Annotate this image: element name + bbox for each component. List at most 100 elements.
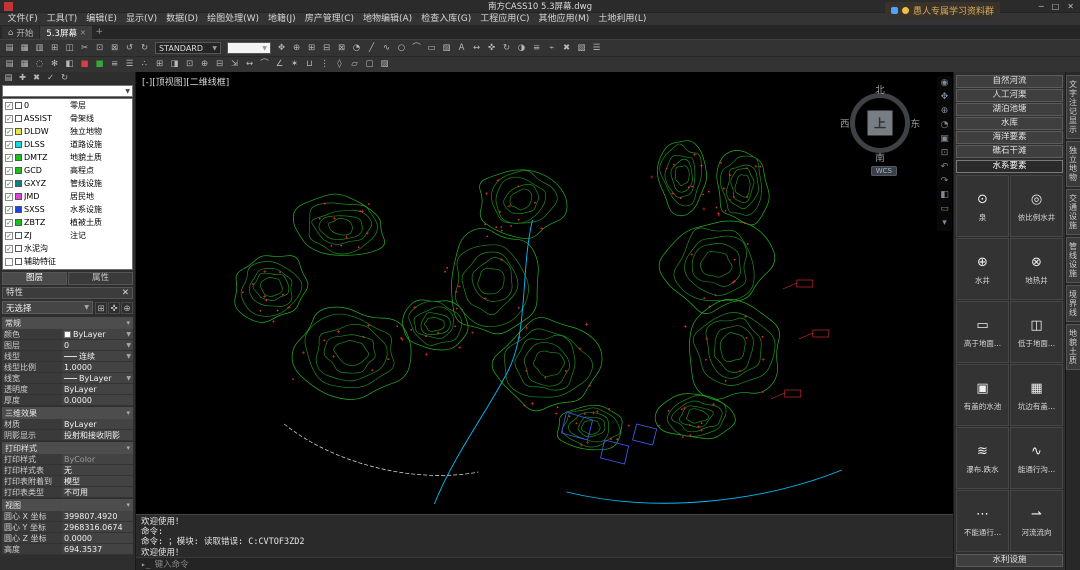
layer-visibility-checkbox[interactable]: ✓: [5, 232, 13, 240]
trim-icon[interactable]: ⌁: [544, 42, 559, 55]
arc-icon[interactable]: ⌒: [409, 42, 424, 55]
zoom-extents-icon[interactable]: ⊠: [334, 42, 349, 55]
palette-category-人工河渠[interactable]: 人工河渠: [956, 89, 1063, 102]
side-tab-境界线[interactable]: 境界线: [1066, 285, 1080, 322]
menu-item-绘图处理(W)[interactable]: 绘图处理(W): [203, 13, 264, 26]
menu-item-其他应用(M)[interactable]: 其他应用(M): [534, 13, 594, 26]
symbol-河流流向[interactable]: ⇀河流流向: [1010, 490, 1063, 552]
pan-tool-icon[interactable]: ✥: [939, 92, 951, 103]
property-value[interactable]: 2968316.0674: [62, 522, 133, 532]
more-nav-icon[interactable]: ▾: [939, 218, 951, 229]
copy-icon[interactable]: ⊡: [92, 42, 107, 55]
polyline-icon[interactable]: ∿: [379, 42, 394, 55]
symbol-不能通行...[interactable]: ⋯不能通行...: [956, 490, 1009, 552]
open-file-icon[interactable]: ▦: [17, 42, 32, 55]
symbol-有盖的水池[interactable]: ▣有盖的水池: [956, 364, 1009, 426]
layer-visibility-checkbox[interactable]: ✓: [5, 154, 13, 162]
linetype-control-icon[interactable]: ≡: [107, 58, 122, 71]
symbol-高于地面...[interactable]: ▭高于地面...: [956, 301, 1009, 363]
view-back-icon[interactable]: ↶: [939, 162, 951, 173]
text-icon[interactable]: A: [454, 42, 469, 55]
palette-category-海洋要素[interactable]: 海洋要素: [956, 131, 1063, 144]
menu-item-数据(D)[interactable]: 数据(D): [162, 13, 203, 26]
rectangle-icon[interactable]: ▭: [424, 42, 439, 55]
block-icon[interactable]: ◨: [167, 58, 182, 71]
side-tab-交通设施[interactable]: 交通设施: [1066, 189, 1080, 235]
stretch-icon[interactable]: ↔: [242, 58, 257, 71]
layer-row[interactable]: ✓DLDW独立地物: [3, 125, 132, 138]
layer-visibility-checkbox[interactable]: ✓: [5, 141, 13, 149]
props-section-header[interactable]: 视图▾: [2, 499, 133, 511]
layer-visibility-checkbox[interactable]: ✓: [5, 128, 13, 136]
zoom-window-icon[interactable]: ⊞: [304, 42, 319, 55]
rotate-icon[interactable]: ↻: [499, 42, 514, 55]
layer-color-swatch[interactable]: [15, 102, 22, 109]
zoom-previous-icon[interactable]: ⊟: [319, 42, 334, 55]
property-value[interactable]: 连续▼: [62, 351, 133, 361]
collapse-icon[interactable]: ▾: [126, 409, 130, 417]
selection-combo[interactable]: 无选择▼: [2, 301, 93, 314]
viewcube-top-face[interactable]: 上: [868, 111, 893, 136]
property-value[interactable]: 1.0000: [62, 362, 133, 372]
lock-ui-icon[interactable]: ◧: [939, 190, 951, 201]
property-value[interactable]: 0▼: [62, 340, 133, 350]
xref-icon[interactable]: ⊕: [197, 58, 212, 71]
side-tab-管线设施[interactable]: 管线设施: [1066, 237, 1080, 283]
mirror-icon[interactable]: ◑: [514, 42, 529, 55]
menu-item-房产管理(C)[interactable]: 房产管理(C): [300, 13, 358, 26]
delete-layer-icon[interactable]: ✖: [30, 73, 43, 84]
layer-off-icon[interactable]: ◌: [32, 58, 47, 71]
side-tab-文字注记显示[interactable]: 文字注记显示: [1066, 75, 1080, 139]
match-properties-icon[interactable]: ▧: [574, 42, 589, 55]
insert-block-icon[interactable]: ⊡: [182, 58, 197, 71]
property-value[interactable]: ByColor: [62, 454, 133, 464]
erase-icon[interactable]: ✖: [559, 42, 574, 55]
collapse-icon[interactable]: ▾: [126, 501, 130, 509]
tab-start[interactable]: ⌂ 开始: [2, 26, 39, 39]
view-compass[interactable]: 北 南 西 东 上: [841, 84, 919, 162]
wcs-menu[interactable]: WCS: [871, 166, 897, 176]
set-current-layer-icon[interactable]: ✓: [44, 73, 57, 84]
region-icon[interactable]: ▱: [347, 58, 362, 71]
refresh-layers-icon[interactable]: ↻: [58, 73, 71, 84]
layer-color-swatch[interactable]: [15, 128, 22, 135]
palette-category-自然河流[interactable]: 自然河流: [956, 75, 1063, 88]
property-value[interactable]: 无: [62, 465, 133, 475]
annotation-monitor-icon[interactable]: ▭: [939, 204, 951, 215]
offset-icon[interactable]: ≡: [529, 42, 544, 55]
line-icon[interactable]: ╱: [364, 42, 379, 55]
layer-visibility-checkbox[interactable]: ✓: [5, 219, 13, 227]
save-file-icon[interactable]: ▥: [32, 42, 47, 55]
property-value[interactable]: 0.0000: [62, 533, 133, 543]
layer-visibility-checkbox[interactable]: ✓: [5, 102, 13, 110]
property-value[interactable]: ByLayer▼: [62, 329, 133, 339]
menu-item-地籍(J)[interactable]: 地籍(J): [264, 13, 301, 26]
palette-category-礁石干滩[interactable]: 礁石干滩: [956, 145, 1063, 158]
array-icon[interactable]: ⊟: [212, 58, 227, 71]
layer-row[interactable]: ✓GCD高程点: [3, 164, 132, 177]
property-value[interactable]: 694.3537: [62, 544, 133, 554]
redo-icon[interactable]: ↻: [137, 42, 152, 55]
layer-states-icon[interactable]: ▦: [17, 58, 32, 71]
layer-color-swatch[interactable]: [15, 245, 22, 252]
menu-item-检查入库(G)[interactable]: 检查入库(G): [417, 13, 476, 26]
layer-row[interactable]: ✓ASSIST骨架线: [3, 112, 132, 125]
layer-visibility-checkbox[interactable]: ✓: [5, 206, 13, 214]
viewport-controls[interactable]: [-][顶视图][二维线框]: [142, 75, 229, 88]
property-value[interactable]: 模型: [62, 476, 133, 486]
orbit-tool-icon[interactable]: ◔: [939, 120, 951, 131]
layer-color-swatch[interactable]: [15, 232, 22, 239]
layer-color-swatch[interactable]: [15, 141, 22, 148]
color-control-icon[interactable]: ■: [77, 58, 92, 71]
layer-color-swatch[interactable]: [15, 154, 22, 161]
props-section-header[interactable]: 常规▾: [2, 317, 133, 329]
plot-icon[interactable]: ⊞: [47, 42, 62, 55]
menu-item-工程应用(C)[interactable]: 工程应用(C): [476, 13, 534, 26]
text-style-combo[interactable]: STANDARD▼: [155, 42, 221, 54]
pan-icon[interactable]: ✥: [274, 42, 289, 55]
collapse-icon[interactable]: ▾: [126, 444, 130, 452]
menu-item-工具(T)[interactable]: 工具(T): [42, 13, 82, 26]
symbol-依比例水井[interactable]: ◎依比例水井: [1010, 175, 1063, 237]
props-section-header[interactable]: 三维效果▾: [2, 407, 133, 419]
tab-close-icon[interactable]: ✕: [80, 29, 86, 37]
